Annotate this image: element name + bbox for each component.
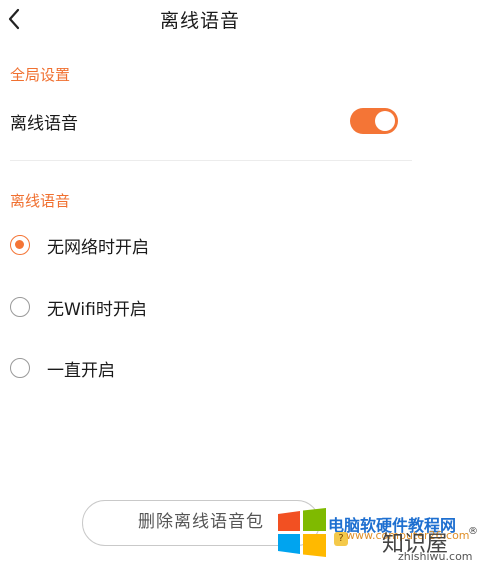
radio-label: 无Wifi时开启: [47, 300, 147, 320]
radio-label: 一直开启: [47, 361, 115, 381]
windows-logo-icon: [278, 508, 326, 557]
header-bar: 离线语音: [0, 0, 480, 40]
section-label-global: 全局设置: [10, 66, 71, 84]
radio-option-always[interactable]: 一直开启: [10, 356, 390, 384]
section-label-offline-voice: 离线语音: [10, 192, 71, 210]
watermark: 电脑软硬件教程网 ? www.computer26.com 知识屋 ® zhis…: [272, 502, 480, 564]
offline-voice-toggle[interactable]: [350, 108, 398, 134]
watermark-url: zhishiwu.com: [398, 550, 473, 563]
offline-voice-label: 离线语音: [10, 114, 78, 134]
divider: [10, 160, 412, 161]
radio-checked-icon: [10, 235, 30, 255]
radio-option-no-wifi[interactable]: 无Wifi时开启: [10, 295, 390, 323]
radio-label: 无网络时开启: [47, 238, 149, 258]
radio-option-no-network[interactable]: 无网络时开启: [10, 233, 390, 261]
registered-mark: ®: [468, 526, 478, 537]
radio-unchecked-icon: [10, 358, 30, 378]
page-title: 离线语音: [159, 10, 240, 32]
toggle-knob: [375, 111, 395, 131]
radio-unchecked-icon: [10, 297, 30, 317]
